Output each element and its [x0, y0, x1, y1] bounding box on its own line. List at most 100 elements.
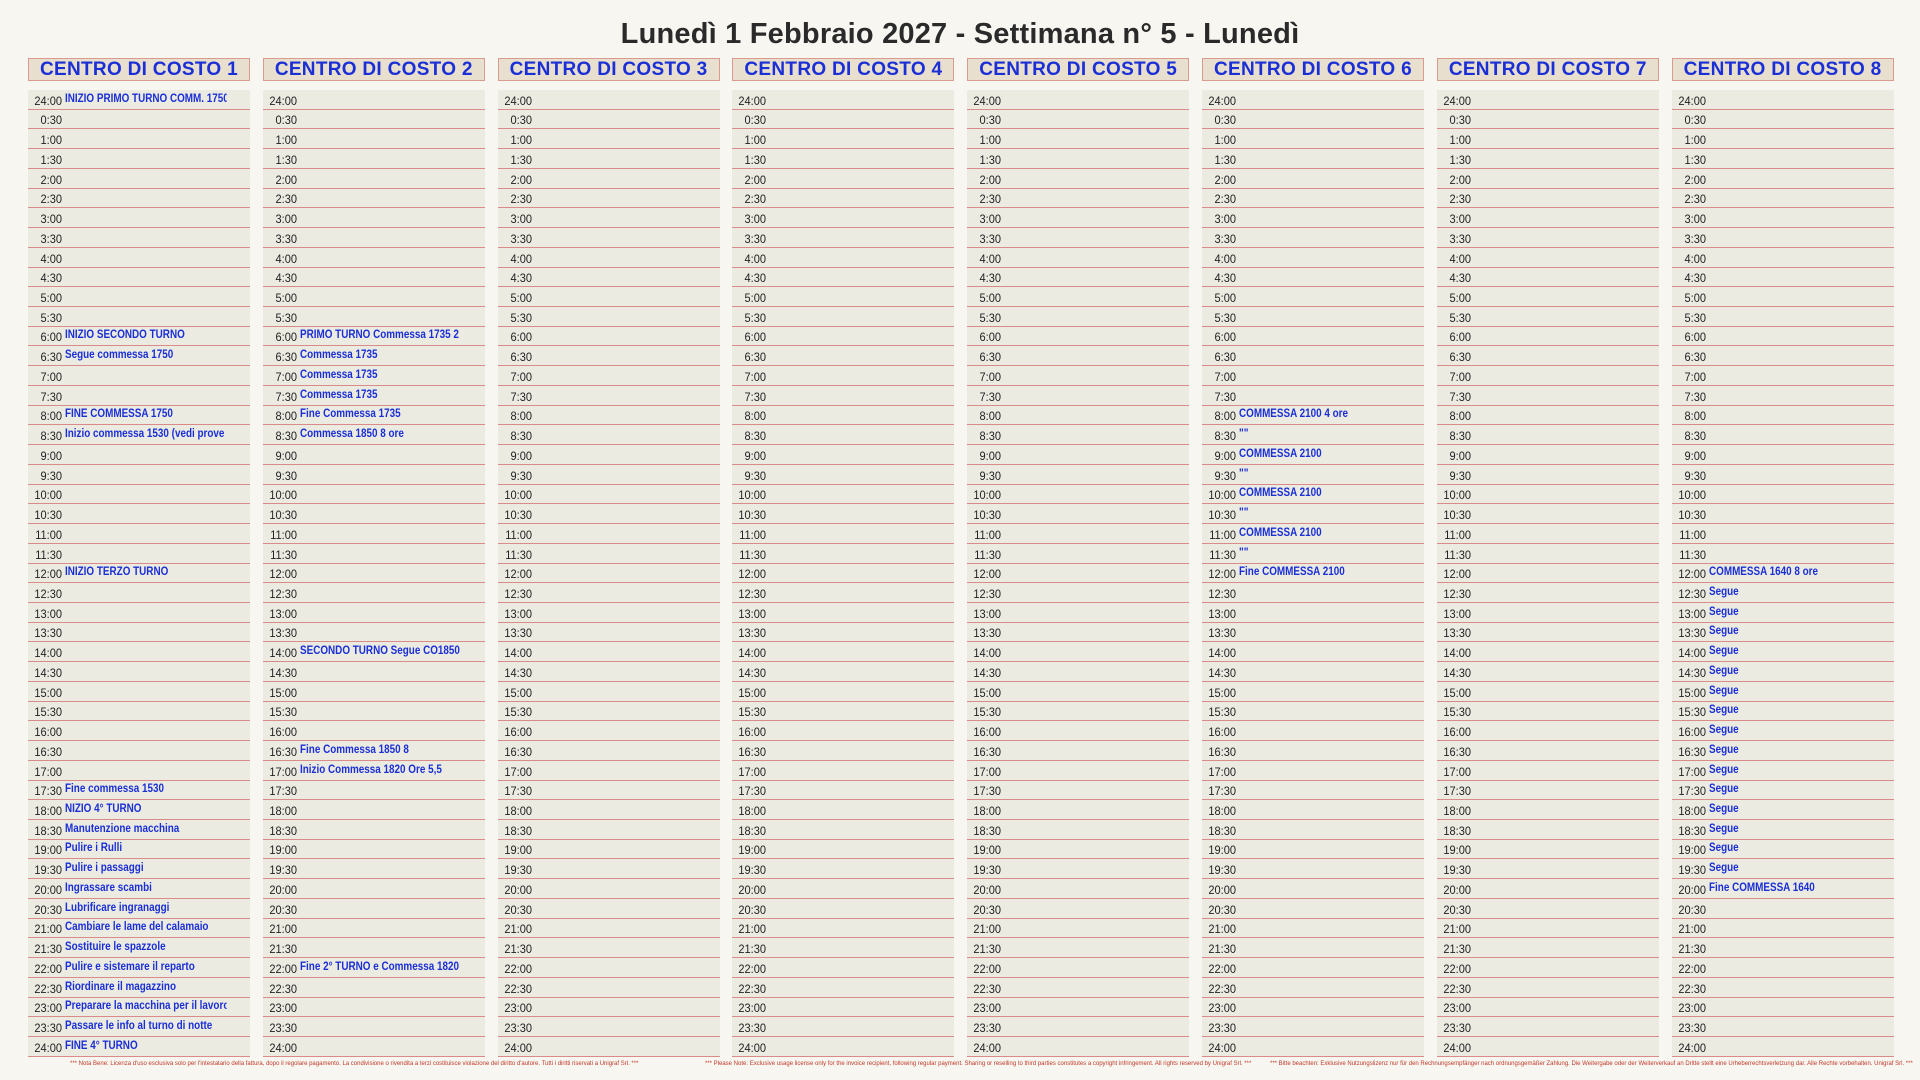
time-slot-row[interactable]: 13:00	[497, 603, 720, 623]
time-slot-row[interactable]: 17:30	[262, 781, 485, 801]
slot-note[interactable]: ""	[1239, 507, 1401, 519]
time-slot-row[interactable]: 6:30	[967, 346, 1190, 367]
time-slot-row[interactable]: 20:30	[1671, 899, 1894, 919]
time-slot-row[interactable]: 23:00	[967, 998, 1190, 1018]
time-slot-row[interactable]: 8:30 ""	[1202, 425, 1424, 446]
time-slot-row[interactable]: 20:00	[1436, 879, 1659, 899]
time-slot-row[interactable]: 8:30 Inizio commessa 1530 (vedi prove	[28, 425, 250, 446]
time-slot-row[interactable]: 19:30	[1436, 859, 1659, 880]
time-slot-row[interactable]: 22:30	[1671, 978, 1894, 998]
time-slot-row[interactable]: 8:30 Commessa 1850 8 ore	[262, 425, 485, 446]
slot-note[interactable]: Segue	[1709, 842, 1871, 854]
time-slot-row[interactable]: 5:30	[967, 307, 1190, 327]
time-slot-row[interactable]: 1:30	[262, 149, 485, 169]
time-slot-row[interactable]: 12:00	[497, 564, 720, 584]
time-slot-row[interactable]: 11:00	[732, 524, 955, 544]
time-slot-row[interactable]: 12:00	[967, 564, 1190, 584]
time-slot-row[interactable]: 3:00	[967, 208, 1190, 229]
time-slot-row[interactable]: 21:30 Sostituire le spazzole	[28, 938, 250, 959]
time-slot-row[interactable]: 6:00	[497, 327, 720, 347]
time-slot-row[interactable]: 16:00	[497, 721, 720, 742]
time-slot-row[interactable]: 15:30	[1436, 702, 1659, 722]
time-slot-row[interactable]: 4:00	[262, 248, 485, 268]
time-slot-row[interactable]: 2:30	[1202, 189, 1424, 209]
time-slot-row[interactable]: 4:30	[262, 268, 485, 288]
time-slot-row[interactable]: 17:00	[967, 761, 1190, 781]
time-slot-row[interactable]: 16:00	[1202, 721, 1424, 742]
time-slot-row[interactable]: 5:30	[732, 307, 955, 327]
time-slot-row[interactable]: 19:00	[497, 840, 720, 860]
time-slot-row[interactable]: 19:00 Pulire i Rulli	[28, 840, 250, 860]
slot-note[interactable]: FINE 4° TURNO	[65, 1040, 227, 1052]
time-slot-row[interactable]: 8:30	[1436, 425, 1659, 446]
time-slot-row[interactable]: 18:00	[967, 800, 1190, 820]
time-slot-row[interactable]: 3:00	[262, 208, 485, 229]
time-slot-row[interactable]: 2:00	[732, 169, 955, 189]
time-slot-row[interactable]: 6:00	[1436, 327, 1659, 347]
time-slot-row[interactable]: 24:00	[1671, 90, 1894, 110]
time-slot-row[interactable]: 16:30	[1202, 741, 1424, 761]
time-slot-row[interactable]: 21:00	[1202, 919, 1424, 939]
time-slot-row[interactable]: 12:00	[732, 564, 955, 584]
time-slot-row[interactable]: 22:30	[1202, 978, 1424, 998]
time-slot-row[interactable]: 11:30	[1671, 544, 1894, 564]
time-slot-row[interactable]: 17:30	[497, 781, 720, 801]
time-slot-row[interactable]: 23:00 Preparare la macchina per il lavoro	[28, 998, 250, 1018]
time-slot-row[interactable]: 22:00	[732, 958, 955, 978]
time-slot-row[interactable]: 2:30	[732, 189, 955, 209]
slot-note[interactable]: COMMESSA 2100 4 ore	[1239, 408, 1401, 420]
time-slot-row[interactable]: 5:00	[1671, 287, 1894, 308]
time-slot-row[interactable]: 11:30	[967, 544, 1190, 564]
time-slot-row[interactable]: 9:30	[1436, 465, 1659, 485]
time-slot-row[interactable]: 12:30	[967, 583, 1190, 603]
time-slot-row[interactable]: 17:00 Inizio Commessa 1820 Ore 5,5	[262, 761, 485, 781]
time-slot-row[interactable]: 14:30	[732, 662, 955, 682]
time-slot-row[interactable]: 16:30	[497, 741, 720, 761]
time-slot-row[interactable]: 2:30	[497, 189, 720, 209]
time-slot-row[interactable]: 0:30	[262, 110, 485, 130]
slot-note[interactable]: INIZIO TERZO TURNO	[65, 566, 227, 578]
time-slot-row[interactable]: 13:00	[28, 603, 250, 623]
time-slot-row[interactable]: 16:00	[732, 721, 955, 742]
time-slot-row[interactable]: 21:30	[732, 938, 955, 959]
time-slot-row[interactable]: 15:00	[497, 682, 720, 702]
time-slot-row[interactable]: 21:30	[497, 938, 720, 959]
slot-note[interactable]: Segue	[1709, 704, 1871, 716]
slot-note[interactable]: Fine commessa 1530	[65, 783, 227, 795]
slot-note[interactable]: COMMESSA 2100	[1239, 487, 1401, 499]
time-slot-row[interactable]: 24:00	[967, 1037, 1190, 1057]
slot-note[interactable]: Segue	[1709, 586, 1871, 598]
time-slot-row[interactable]: 2:00	[28, 169, 250, 189]
time-slot-row[interactable]: 15:30	[28, 702, 250, 722]
time-slot-row[interactable]: 11:00	[967, 524, 1190, 544]
time-slot-row[interactable]: 11:00	[1671, 524, 1894, 544]
time-slot-row[interactable]: 5:00	[1436, 287, 1659, 308]
time-slot-row[interactable]: 10:00 COMMESSA 2100	[1202, 485, 1424, 505]
time-slot-row[interactable]: 14:30 Segue	[1671, 662, 1894, 682]
slot-note[interactable]: FINE COMMESSA 1750	[65, 408, 227, 420]
time-slot-row[interactable]: 17:30 Segue	[1671, 781, 1894, 801]
time-slot-row[interactable]: 11:30	[732, 544, 955, 564]
time-slot-row[interactable]: 17:30	[1202, 781, 1424, 801]
time-slot-row[interactable]: 4:00	[28, 248, 250, 268]
time-slot-row[interactable]: 1:30	[732, 149, 955, 169]
time-slot-row[interactable]: 23:30	[967, 1017, 1190, 1038]
time-slot-row[interactable]: 17:30	[967, 781, 1190, 801]
slot-note[interactable]: Fine 2° TURNO e Commessa 1820	[300, 961, 462, 973]
time-slot-row[interactable]: 14:00	[28, 642, 250, 663]
time-slot-row[interactable]: 9:00	[497, 445, 720, 465]
time-slot-row[interactable]: 9:00	[28, 445, 250, 465]
time-slot-row[interactable]: 13:30 Segue	[1671, 623, 1894, 643]
time-slot-row[interactable]: 5:00	[28, 287, 250, 308]
time-slot-row[interactable]: 10:30	[497, 504, 720, 525]
time-slot-row[interactable]: 4:00	[497, 248, 720, 268]
time-slot-row[interactable]: 24:00 INIZIO PRIMO TURNO COMM. 1750	[28, 90, 250, 110]
time-slot-row[interactable]: 6:30	[497, 346, 720, 367]
time-slot-row[interactable]: 4:30	[732, 268, 955, 288]
time-slot-row[interactable]: 17:00	[28, 761, 250, 781]
time-slot-row[interactable]: 5:30	[1671, 307, 1894, 327]
time-slot-row[interactable]: 21:00 Cambiare le lame del calamaio	[28, 919, 250, 939]
time-slot-row[interactable]: 8:30	[1671, 425, 1894, 446]
time-slot-row[interactable]: 14:00 Segue	[1671, 642, 1894, 663]
time-slot-row[interactable]: 11:00	[497, 524, 720, 544]
